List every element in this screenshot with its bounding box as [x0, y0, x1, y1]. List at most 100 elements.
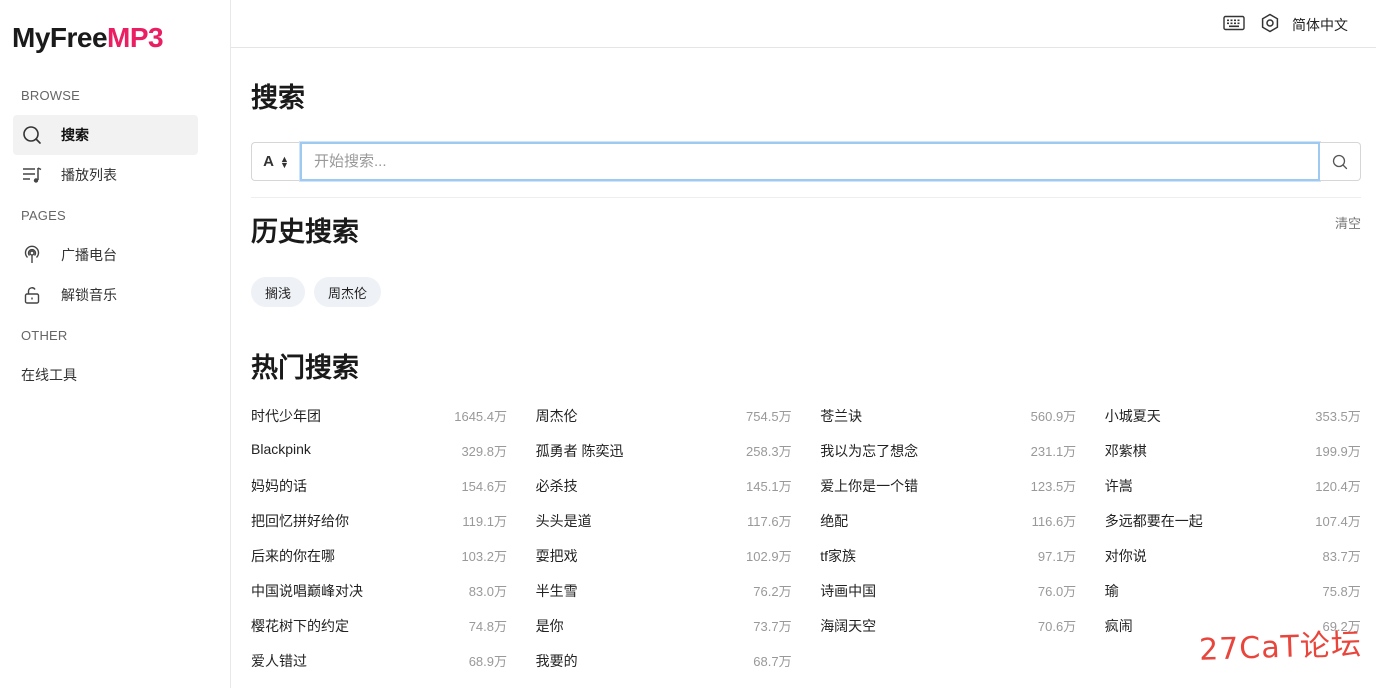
hot-search-item[interactable]: 小城夏天 353.5万	[1105, 406, 1361, 441]
clear-history-button[interactable]: 清空	[1335, 213, 1361, 232]
hot-search-count: 83.0万	[468, 584, 507, 599]
hot-search-item[interactable]: tf家族 97.1万	[820, 546, 1076, 581]
hot-search-count: 73.7万	[753, 619, 792, 634]
section-label-other: OTHER	[21, 328, 68, 343]
hot-search-count: 117.6万	[747, 514, 792, 529]
hot-search-name: 孤勇者 陈奕迅	[535, 443, 624, 459]
hot-search-item[interactable]: 我以为忘了想念 231.1万	[820, 441, 1076, 476]
hot-search-item[interactable]: 中国说唱巅峰对决 83.0万	[251, 581, 507, 616]
hot-search-item[interactable]: 苍兰诀 560.9万	[820, 406, 1076, 441]
hot-search-count: 68.9万	[468, 654, 507, 669]
hot-search-name: 诗画中国	[820, 583, 877, 599]
hot-search-name: 耍把戏	[535, 548, 578, 564]
hot-search-item[interactable]: 瑜 75.8万	[1105, 581, 1361, 616]
search-button[interactable]	[1320, 142, 1361, 181]
hot-search-count: 120.4万	[1315, 479, 1361, 494]
hot-search-name: Blackpink	[251, 441, 311, 457]
hot-search-item[interactable]: 樱花树下的约定 74.8万	[251, 616, 507, 651]
hot-search-item[interactable]: 周杰伦 754.5万	[536, 406, 792, 441]
history-chip[interactable]: 周杰伦	[314, 277, 382, 307]
hot-search-item[interactable]: 爱上你是一个错 123.5万	[820, 476, 1076, 511]
hot-search-item[interactable]: 时代少年团 1645.4万	[251, 406, 507, 441]
hot-search-count: 560.9万	[1030, 409, 1077, 424]
radio-icon	[21, 244, 43, 266]
hot-search-name: 我以为忘了想念	[820, 443, 919, 459]
search-type-value: A	[263, 153, 274, 170]
hot-search-item[interactable]: Blackpink 329.8万	[251, 441, 507, 476]
sidebar: MyFreeMP3 BROWSE 搜索 播放列表 PAGES 广播电台 解锁音乐…	[0, 0, 231, 688]
hot-search-name: 小城夏天	[1104, 408, 1161, 424]
hot-search-count: 76.2万	[753, 584, 792, 599]
hot-search-name: 周杰伦	[535, 408, 578, 424]
hot-search-title: 热门搜索	[251, 353, 359, 383]
unlock-icon	[21, 284, 43, 306]
hot-search-name: tf家族	[820, 548, 856, 564]
sidebar-item-unlock[interactable]: 解锁音乐	[13, 275, 198, 315]
sidebar-item-search[interactable]: 搜索	[13, 115, 198, 155]
sidebar-item-label: 广播电台	[61, 247, 117, 263]
search-bar: A ▲ ▼	[251, 142, 1361, 181]
hot-search-name: 邓紫棋	[1104, 443, 1147, 459]
hot-search-count: 154.6万	[461, 479, 507, 494]
hot-search-item[interactable]: 头头是道 117.6万	[536, 511, 792, 546]
section-label-pages: PAGES	[21, 208, 66, 223]
app-logo[interactable]: MyFreeMP3	[12, 22, 164, 54]
sidebar-item-radio[interactable]: 广播电台	[13, 235, 198, 275]
hot-search-item[interactable]: 半生雪 76.2万	[536, 581, 792, 616]
hot-search-item[interactable]: 妈妈的话 154.6万	[251, 476, 507, 511]
hot-search-count: 97.1万	[1037, 549, 1077, 564]
hot-search-count: 123.5万	[1030, 479, 1077, 494]
language-selector[interactable]: 简体中文	[1292, 15, 1348, 35]
hot-search-count: 754.5万	[746, 409, 792, 424]
sidebar-item-label: 在线工具	[21, 367, 77, 383]
hot-search-name: 疯闹	[1104, 618, 1133, 634]
hot-search-item[interactable]: 后来的你在哪 103.2万	[251, 546, 507, 581]
hot-search-item[interactable]: 邓紫棋 199.9万	[1105, 441, 1361, 476]
hot-search-item[interactable]: 耍把戏 102.9万	[536, 546, 792, 581]
hot-search-count: 68.7万	[753, 654, 792, 669]
topbar: 简体中文	[231, 0, 1376, 48]
hot-search-item[interactable]: 爱人错过 68.9万	[251, 651, 507, 686]
hot-search-list: 时代少年团 1645.4万 周杰伦 754.5万 苍兰诀 560.9万 小城夏天 353.5万…	[251, 406, 1361, 686]
search-icon	[21, 124, 43, 146]
hot-search-count: 231.1万	[1030, 444, 1077, 459]
hot-search-item[interactable]: 绝配 116.6万	[820, 511, 1076, 546]
hot-search-item[interactable]: 海阔天空 70.6万	[820, 616, 1076, 651]
search-input[interactable]	[300, 142, 1320, 181]
hot-search-name: 我要的	[535, 653, 578, 669]
hot-search-name: 时代少年团	[251, 408, 321, 424]
hot-search-item[interactable]: 对你说 83.7万	[1105, 546, 1361, 581]
hot-search-count: 75.8万	[1322, 584, 1361, 599]
hot-search-name: 瑜	[1104, 583, 1119, 599]
hot-search-name: 绝配	[820, 513, 849, 529]
history-chips: 搁浅 周杰伦	[251, 277, 382, 307]
hot-search-item[interactable]: 诗画中国 76.0万	[820, 581, 1076, 616]
hot-search-count: 74.8万	[468, 619, 507, 634]
history-chip[interactable]: 搁浅	[251, 277, 306, 307]
hot-search-count: 329.8万	[461, 444, 507, 459]
hot-search-item[interactable]: 许嵩 120.4万	[1105, 476, 1361, 511]
hot-search-name: 是你	[535, 618, 564, 634]
sidebar-item-playlist[interactable]: 播放列表	[13, 155, 198, 195]
hot-search-item[interactable]: 孤勇者 陈奕迅 258.3万	[536, 441, 792, 476]
hot-search-name: 把回忆拼好给你	[251, 513, 349, 529]
sidebar-item-online-tools[interactable]: 在线工具	[13, 355, 198, 395]
hot-search-item[interactable]: 是你 73.7万	[536, 616, 792, 651]
hot-search-count: 145.1万	[746, 479, 792, 494]
sort-arrows-icon: ▲ ▼	[279, 153, 289, 170]
search-type-select[interactable]: A ▲ ▼	[251, 142, 300, 181]
keyboard-icon[interactable]	[1223, 13, 1245, 33]
hot-search-item[interactable]: 把回忆拼好给你 119.1万	[251, 511, 507, 546]
hot-search-count: 116.6万	[1031, 514, 1077, 529]
search-icon	[1332, 154, 1348, 170]
hot-search-item[interactable]: 多远都要在一起 107.4万	[1105, 511, 1361, 546]
hot-search-count: 1645.4万	[454, 409, 507, 424]
hot-search-name: 妈妈的话	[251, 478, 307, 494]
hot-search-item[interactable]: 我要的 68.7万	[536, 651, 792, 686]
settings-icon[interactable]	[1260, 13, 1280, 33]
hot-search-name: 海阔天空	[820, 618, 877, 634]
sidebar-item-label: 播放列表	[61, 167, 117, 183]
hot-search-count: 103.2万	[461, 549, 507, 564]
hot-search-count: 119.1万	[462, 514, 507, 529]
hot-search-item[interactable]: 必杀技 145.1万	[536, 476, 792, 511]
